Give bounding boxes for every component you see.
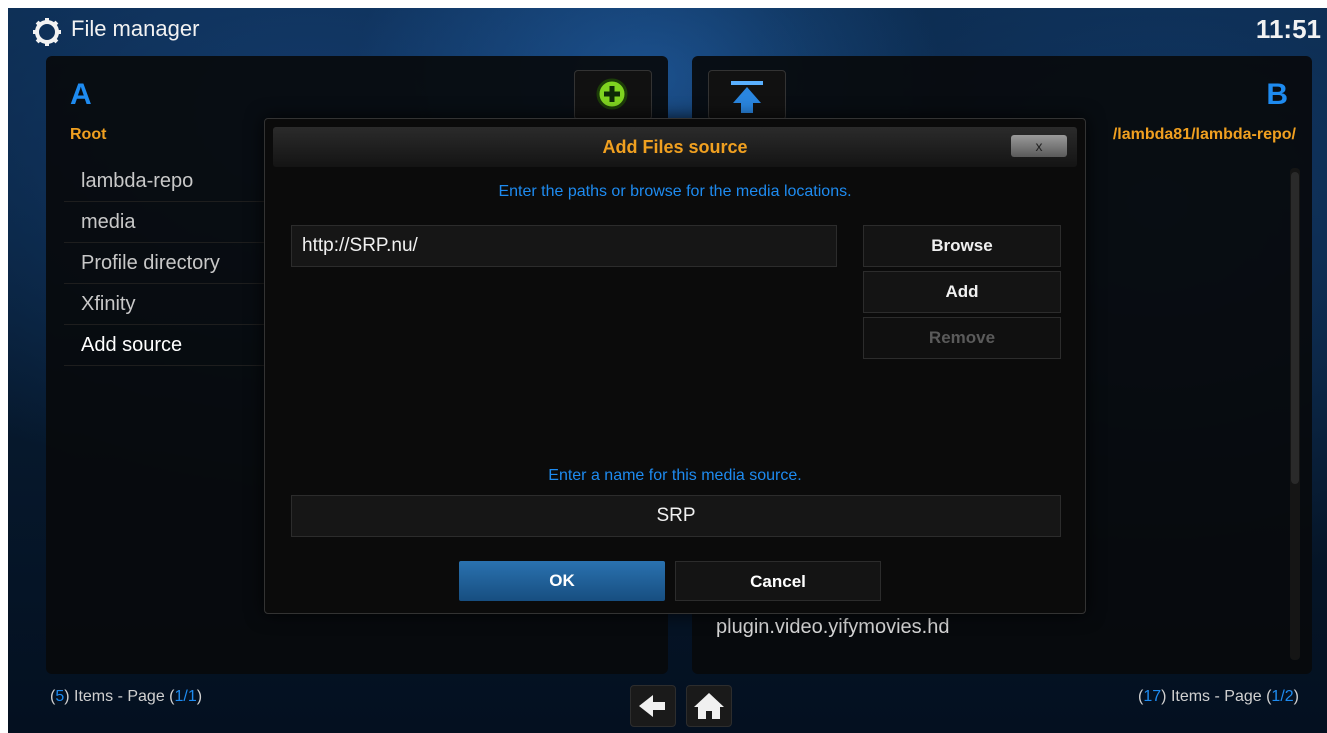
close-button[interactable]: x — [1011, 135, 1067, 157]
cancel-button[interactable]: Cancel — [675, 561, 881, 601]
dialog-header: Add Files source x — [273, 127, 1077, 167]
right-page: 1/2 — [1271, 688, 1294, 705]
ok-button[interactable]: OK — [459, 561, 665, 601]
close-icon: x — [1035, 138, 1043, 154]
add-source-dialog: Add Files source x Enter the paths or br… — [264, 118, 1086, 614]
plus-circle-icon — [596, 78, 628, 110]
gear-icon — [33, 18, 61, 46]
back-button[interactable] — [630, 685, 676, 727]
browse-button[interactable]: Browse — [863, 225, 1061, 267]
home-button[interactable] — [686, 685, 732, 727]
list-item[interactable]: plugin.video.yifymovies.hd — [716, 616, 949, 639]
path-input[interactable]: http://SRP.nu/ — [291, 225, 837, 267]
left-page: 1/1 — [174, 688, 197, 705]
clock: 11:51 — [1255, 14, 1321, 44]
right-item-count: 17 — [1143, 688, 1162, 705]
remove-button[interactable]: Remove — [863, 317, 1061, 359]
app-title: File manager — [71, 16, 200, 41]
back-arrow-icon — [639, 695, 665, 717]
pane-letter-b: B — [1266, 78, 1288, 111]
top-bar: File manager 11:51 — [8, 8, 1327, 52]
name-prompt: Enter a name for this media source. — [548, 467, 802, 484]
add-button[interactable] — [574, 70, 652, 120]
left-footer: (5) Items - Page (1/1) — [50, 688, 203, 705]
source-name-input[interactable]: SRP — [291, 495, 1061, 537]
right-footer: (17) Items - Page (1/2) — [1138, 688, 1299, 705]
up-arrow-icon — [731, 81, 763, 113]
right-footer-label: Items - Page — [1170, 688, 1262, 705]
pane-letter-a: A — [70, 78, 92, 111]
left-footer-label: Items - Page — [74, 688, 165, 705]
home-icon — [694, 693, 724, 719]
scroll-thumb[interactable] — [1291, 172, 1299, 484]
parent-folder-button[interactable] — [708, 70, 786, 120]
paths-prompt: Enter the paths or browse for the media … — [498, 183, 852, 200]
add-path-button[interactable]: Add — [863, 271, 1061, 313]
right-pane-path: /lambda81/lambda-repo/ — [1112, 126, 1296, 143]
screen: File manager 11:51 A Root lambda-repo me… — [8, 8, 1327, 733]
left-pane-path: Root — [70, 126, 107, 143]
scrollbar[interactable] — [1290, 168, 1300, 660]
left-item-count: 5 — [55, 688, 65, 705]
dialog-title: Add Files source — [602, 137, 748, 157]
